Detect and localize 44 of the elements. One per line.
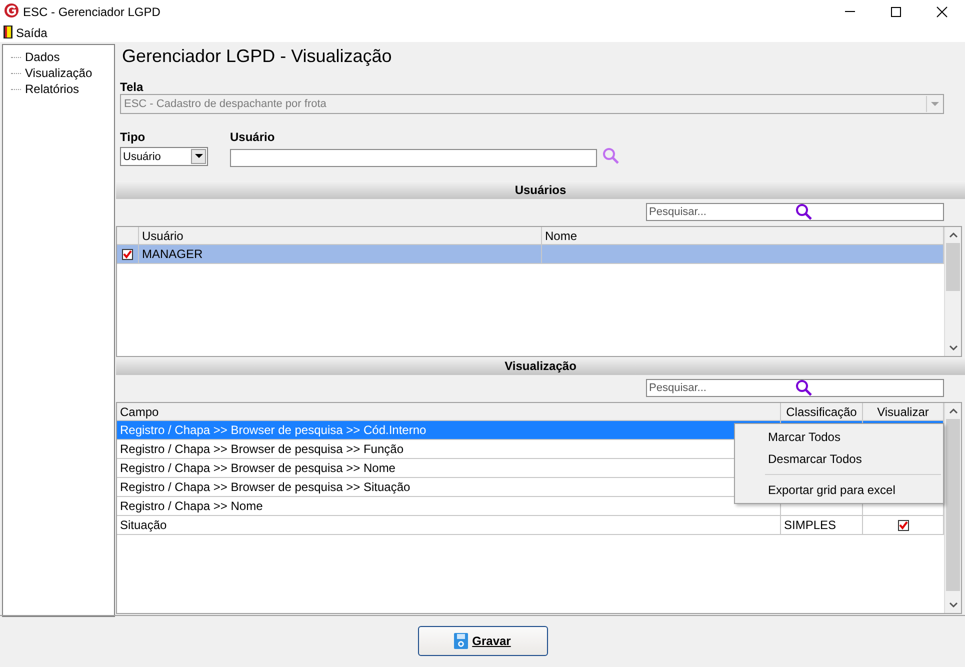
scroll-up-icon[interactable]: [948, 232, 958, 238]
search-icon[interactable]: [795, 203, 813, 221]
table-cell: Registro / Chapa >> Browser de pesquisa >> Situação: [120, 480, 410, 494]
column-header[interactable]: Classificação: [781, 403, 863, 420]
table-cell: Registro / Chapa >> Browser de pesquisa >> Nome: [120, 461, 396, 475]
close-icon: [936, 6, 948, 18]
app-logo-icon: [4, 3, 19, 18]
table-cell: MANAGER: [142, 247, 203, 261]
save-button[interactable]: Gravar: [418, 626, 548, 656]
search-field[interactable]: Pesquisar...: [646, 379, 944, 397]
table-cell: Registro / Chapa >> Nome: [120, 499, 263, 513]
checkbox[interactable]: [122, 248, 133, 260]
table-cell: Situação: [120, 518, 167, 532]
user-input-field[interactable]: [230, 148, 597, 166]
table-cell: Registro / Chapa >> Browser de pesquisa >> Função: [120, 442, 404, 456]
scrollbar[interactable]: [944, 227, 961, 356]
table-row[interactable]: MANAGER: [117, 245, 944, 264]
table-row[interactable]: Situação SIMPLES: [117, 516, 944, 535]
scroll-down-icon[interactable]: [948, 345, 958, 351]
window-title: ESC - Gerenciador LGPD: [23, 5, 162, 19]
scroll-up-icon[interactable]: [948, 408, 958, 414]
dropdown-arrow-icon[interactable]: [194, 154, 202, 159]
column-header[interactable]: Usuário: [139, 227, 542, 244]
tree-item[interactable]: Dados: [25, 50, 60, 64]
search-field[interactable]: Pesquisar...: [646, 203, 944, 221]
scroll-down-icon[interactable]: [948, 602, 958, 608]
table-cell: Registro / Chapa >> Browser de pesquisa >> Cód.Interno: [120, 423, 426, 437]
section-header: Usuários: [116, 181, 965, 199]
door-icon: [3, 24, 13, 38]
field-label: Tela: [119, 80, 144, 94]
page-heading: Gerenciador LGPD - Visualização: [121, 45, 393, 68]
table-cell: SIMPLES: [784, 518, 836, 532]
column-header[interactable]: Campo: [117, 403, 781, 420]
scrollbar[interactable]: [944, 403, 961, 613]
field-label: Tipo: [120, 130, 146, 146]
field-label: Usuário: [230, 130, 276, 146]
type-dropdown[interactable]: Usuário: [120, 147, 208, 166]
checkbox[interactable]: [898, 520, 908, 530]
search-icon[interactable]: [795, 379, 813, 397]
tree-item[interactable]: Relatórios: [25, 82, 80, 96]
maximize-icon: [890, 6, 902, 18]
menu-item[interactable]: Saída: [16, 26, 48, 40]
tree-item[interactable]: Visualização: [25, 66, 92, 80]
section-header: Visualização: [116, 357, 965, 375]
